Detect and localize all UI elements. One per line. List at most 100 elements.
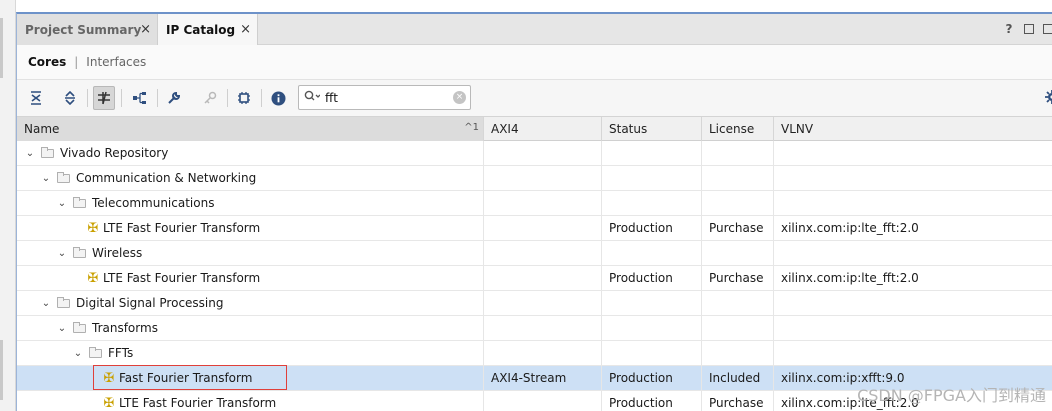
- flatten-hierarchy-icon[interactable]: [93, 86, 115, 110]
- left-edge-marker: [0, 340, 3, 400]
- left-edge-marker: [0, 18, 3, 78]
- row-axi4: AXI4-Stream: [484, 366, 602, 390]
- row-name: FFTs: [108, 346, 134, 360]
- subtab-cores[interactable]: Cores: [28, 55, 66, 69]
- tab-label: Project Summary: [25, 22, 142, 37]
- subtab-bar: Cores | Interfaces: [17, 45, 1052, 80]
- column-label: Name: [24, 122, 60, 136]
- toolbar-separator: [121, 89, 122, 107]
- row-axi4: [484, 216, 602, 240]
- chevron-down-icon[interactable]: ⌄: [71, 348, 85, 359]
- row-name: LTE Fast Fourier Transform: [119, 396, 277, 410]
- column-label: AXI4: [491, 122, 519, 136]
- row-status: Production: [602, 366, 702, 390]
- ip-tree-table: ⌄ Vivado Repository ⌄ Communication & Ne…: [17, 141, 1052, 411]
- gear-icon[interactable]: [1045, 89, 1052, 108]
- toolbar-separator: [87, 89, 88, 107]
- column-label: License: [709, 122, 755, 136]
- table-row[interactable]: ⌄ Vivado Repository: [17, 141, 1052, 166]
- column-header-axi4[interactable]: AXI4: [484, 117, 602, 141]
- row-axi4: [484, 391, 602, 411]
- column-header-status[interactable]: Status: [602, 117, 702, 141]
- row-name: Communication & Networking: [76, 171, 257, 185]
- ip-catalog-window: Project Summary × IP Catalog × ? Cores |…: [16, 12, 1052, 411]
- folder-icon: [89, 346, 102, 358]
- tab-project-summary[interactable]: Project Summary ×: [17, 14, 158, 45]
- expand-all-icon[interactable]: [59, 86, 81, 110]
- left-panel-edge: [0, 0, 16, 411]
- row-name: Vivado Repository: [60, 146, 169, 160]
- sort-ascending-icon[interactable]: ^1: [464, 122, 479, 133]
- tab-ip-catalog[interactable]: IP Catalog ×: [158, 14, 258, 45]
- folder-icon: [57, 296, 70, 308]
- restore-icon[interactable]: [1024, 24, 1034, 34]
- table-header: Name ^1 AXI4 Status License VLNV: [17, 117, 1052, 141]
- row-axi4: [484, 266, 602, 290]
- table-row[interactable]: ⌄ Telecommunications: [17, 191, 1052, 216]
- chevron-down-icon[interactable]: ⌄: [55, 323, 69, 334]
- chevron-down-icon[interactable]: ⌄: [23, 148, 37, 159]
- folder-icon: [73, 321, 86, 333]
- row-name: LTE Fast Fourier Transform: [103, 221, 261, 235]
- column-label: Status: [609, 122, 648, 136]
- toolbar-separator: [227, 89, 228, 107]
- folder-icon: [41, 146, 54, 158]
- column-header-license[interactable]: License: [702, 117, 774, 141]
- collapse-all-icon[interactable]: [25, 86, 47, 110]
- row-status: Production: [602, 216, 702, 240]
- help-icon[interactable]: ?: [1003, 22, 1015, 36]
- table-row[interactable]: ⌄ FFTs: [17, 341, 1052, 366]
- row-license: Purchase: [702, 391, 774, 411]
- row-license: Purchase: [702, 266, 774, 290]
- row-license: Included: [702, 366, 774, 390]
- row-status: Production: [602, 266, 702, 290]
- table-row[interactable]: ✠ LTE Fast Fourier Transform Production …: [17, 266, 1052, 291]
- clear-search-icon[interactable]: ×: [453, 91, 466, 104]
- folder-icon: [73, 196, 86, 208]
- row-name: Wireless: [92, 246, 143, 260]
- toolbar: ×: [17, 80, 1052, 117]
- row-name: Telecommunications: [92, 196, 215, 210]
- selection-highlight-box: [93, 365, 287, 390]
- ip-core-icon: ✠: [103, 395, 115, 411]
- column-header-vlnv[interactable]: VLNV: [774, 117, 1052, 141]
- table-row[interactable]: ⌄ Digital Signal Processing: [17, 291, 1052, 316]
- row-license: Purchase: [702, 216, 774, 240]
- table-row[interactable]: ✠ LTE Fast Fourier Transform Production …: [17, 216, 1052, 241]
- column-header-name[interactable]: Name ^1: [17, 117, 484, 141]
- row-name: LTE Fast Fourier Transform: [103, 271, 261, 285]
- folder-icon: [57, 171, 70, 183]
- column-label: VLNV: [781, 122, 814, 136]
- subtab-interfaces[interactable]: Interfaces: [86, 55, 146, 69]
- toolbar-separator: [261, 89, 262, 107]
- search-box[interactable]: ×: [298, 85, 471, 110]
- search-input[interactable]: [325, 89, 445, 106]
- row-name: Digital Signal Processing: [76, 296, 224, 310]
- info-icon[interactable]: [267, 86, 289, 110]
- chevron-down-icon[interactable]: ⌄: [55, 248, 69, 259]
- tab-bar: Project Summary × IP Catalog × ?: [17, 14, 1052, 45]
- wrench-icon[interactable]: [163, 86, 185, 110]
- row-name: Transforms: [92, 321, 158, 335]
- row-status: Production: [602, 391, 702, 411]
- chip-icon[interactable]: [233, 86, 255, 110]
- maximize-icon[interactable]: [1043, 24, 1052, 34]
- toolbar-separator: [157, 89, 158, 107]
- table-row[interactable]: ⌄ Communication & Networking: [17, 166, 1052, 191]
- window-controls: ?: [1003, 22, 1052, 36]
- chevron-down-icon[interactable]: ⌄: [39, 298, 53, 309]
- group-by-icon[interactable]: [129, 86, 151, 110]
- key-icon: [199, 86, 221, 110]
- tab-label: IP Catalog: [166, 22, 236, 37]
- row-vlnv: xilinx.com:ip:lte_fft:2.0: [781, 271, 919, 285]
- table-row[interactable]: ⌄ Wireless: [17, 241, 1052, 266]
- ip-core-icon: ✠: [87, 270, 99, 286]
- close-icon[interactable]: ×: [240, 22, 251, 37]
- row-vlnv: xilinx.com:ip:lte_fft:2.0: [781, 221, 919, 235]
- chevron-down-icon[interactable]: ⌄: [55, 198, 69, 209]
- close-icon[interactable]: ×: [140, 22, 151, 37]
- chevron-down-icon[interactable]: ⌄: [39, 173, 53, 184]
- search-icon[interactable]: [304, 90, 321, 105]
- table-row[interactable]: ⌄ Transforms: [17, 316, 1052, 341]
- ip-core-icon: ✠: [87, 220, 99, 236]
